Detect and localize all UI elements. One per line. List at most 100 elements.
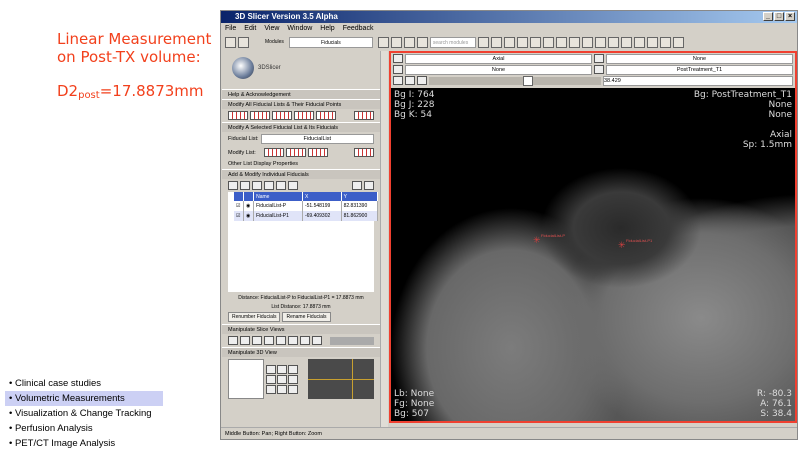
toolbar-icon[interactable] [581, 36, 593, 48]
fg-icon[interactable] [594, 54, 604, 63]
layout-icon[interactable] [312, 336, 322, 345]
background-select[interactable]: PostTreatment_T1 [606, 64, 793, 75]
slice-offset-input[interactable]: 38.429 [603, 75, 793, 86]
save-scene-icon[interactable] [238, 36, 249, 48]
other-props-toggle[interactable]: Other List Display Properties [222, 159, 380, 169]
toolbar-icon[interactable] [503, 36, 515, 48]
col-x[interactable]: X [302, 192, 342, 201]
toolbar-icon[interactable] [490, 36, 502, 48]
fiducial-list-select[interactable]: FiducialList [260, 134, 374, 144]
lock-icon[interactable] [294, 111, 314, 120]
place-fiducial-icon[interactable] [646, 36, 658, 48]
slice-offset-slider[interactable] [429, 75, 601, 86]
undo-icon[interactable] [607, 36, 619, 48]
layout-icon[interactable] [252, 336, 262, 345]
col-name[interactable]: Name [253, 192, 303, 201]
view-icon[interactable] [288, 364, 299, 374]
table-row[interactable]: ☑ ◉ FiducialList-P -51.548199 82.831390 [234, 201, 379, 211]
load-scene-icon[interactable] [225, 36, 236, 48]
panel-scrollbar[interactable] [380, 51, 388, 427]
layout-icon[interactable] [300, 336, 310, 345]
layout-icon[interactable] [288, 336, 298, 345]
topic-item[interactable]: • Clinical case studies [5, 376, 163, 391]
menu-feedback[interactable]: Feedback [343, 23, 374, 34]
layout-icon[interactable] [240, 336, 250, 345]
select-checkbox[interactable]: ☑ [234, 201, 245, 211]
eye-icon[interactable] [308, 148, 328, 157]
eye-icon[interactable] [316, 111, 336, 120]
select-all-icon[interactable] [228, 111, 248, 120]
eye-icon[interactable]: ◉ [243, 201, 255, 211]
mri-slice-image[interactable]: Bg I: 764 Bg J: 228 Bg K: 54 Bg: PostTreat… [391, 88, 795, 421]
topic-item[interactable]: • Perfusion Analysis [5, 421, 163, 436]
toolbar-icon[interactable] [594, 36, 606, 48]
view-icon[interactable] [277, 384, 288, 394]
section-3d-view[interactable]: Manipulate 3D View [222, 347, 380, 357]
move-down-icon[interactable] [276, 181, 286, 190]
fiducial-marker[interactable]: ✳ FiducialList-P1 [618, 238, 652, 250]
toolbar-icon[interactable] [568, 36, 580, 48]
module-list-icon[interactable] [403, 36, 415, 48]
section-modify-selected[interactable]: Modify A Selected Fiducial List & Its Fi… [222, 122, 380, 132]
fiducial-marker[interactable]: ✳ FiducialList-P [533, 233, 565, 245]
menu-window[interactable]: Window [287, 23, 312, 34]
add-fiducial-icon[interactable] [252, 181, 262, 190]
label-icon[interactable] [393, 65, 403, 74]
minimize-button[interactable]: _ [763, 12, 773, 21]
menu-help[interactable]: Help [320, 23, 334, 34]
section-add-modify[interactable]: Add & Modify Individual Fiducials [222, 169, 380, 179]
redo-icon[interactable] [620, 36, 632, 48]
rename-button[interactable]: Rename Fiducials [282, 312, 331, 322]
toolbar-icon[interactable] [555, 36, 567, 48]
layout-icon[interactable] [264, 336, 274, 345]
view-icon[interactable] [277, 364, 288, 374]
settings-icon[interactable] [288, 181, 298, 190]
select-checkbox[interactable]: ☑ [234, 211, 245, 221]
layout-icon[interactable] [228, 336, 238, 345]
delete-all-icon[interactable] [354, 111, 374, 120]
visibility-icon[interactable] [405, 76, 415, 85]
renumber-button[interactable]: Renumber Fiducials [228, 312, 281, 322]
deselect-icon[interactable] [240, 181, 250, 190]
link-icon[interactable] [393, 76, 403, 85]
forward-icon[interactable] [390, 36, 402, 48]
view-icon[interactable] [266, 384, 277, 394]
pick-icon[interactable] [659, 36, 671, 48]
layout-icon[interactable] [276, 336, 286, 345]
move-up-icon[interactable] [264, 181, 274, 190]
label-select[interactable]: None [405, 64, 592, 75]
topic-item-selected[interactable]: • Volumetric Measurements [5, 391, 163, 406]
module-select[interactable]: Fiducials [288, 36, 373, 48]
search-modules-input[interactable]: search modules [429, 36, 476, 48]
back-icon[interactable] [377, 36, 389, 48]
toolbar-icon[interactable] [529, 36, 541, 48]
toolbar-icon[interactable] [633, 36, 645, 48]
delete-icon[interactable] [352, 181, 362, 190]
view-icon[interactable] [277, 374, 288, 384]
select-icon[interactable] [264, 148, 284, 157]
section-modify-all[interactable]: Modify All Fiducial Lists & Their Fiduci… [222, 99, 380, 109]
gear-icon[interactable] [416, 36, 428, 48]
view-icon[interactable] [266, 364, 277, 374]
slice-slider[interactable] [330, 336, 374, 345]
menu-view[interactable]: View [264, 23, 279, 34]
select-all-icon[interactable] [228, 181, 238, 190]
lock-icon[interactable] [286, 148, 306, 157]
3d-navigator[interactable] [308, 359, 374, 399]
eye-icon[interactable]: ◉ [243, 211, 255, 221]
pin-icon[interactable] [393, 54, 403, 63]
deselect-all-icon[interactable] [250, 111, 270, 120]
close-button[interactable]: × [785, 12, 795, 21]
delete-icon[interactable] [354, 148, 374, 157]
toolbar-icon[interactable] [477, 36, 489, 48]
section-help[interactable]: Help & Acknowledgement [222, 89, 380, 99]
view-icon[interactable] [288, 384, 299, 394]
table-row[interactable]: ☑ ◉ FiducialList-P1 -69.409302 81.862900 [234, 211, 379, 221]
orientation-compass-icon[interactable] [228, 359, 265, 399]
trash-icon[interactable] [364, 181, 374, 190]
bg-icon[interactable] [594, 65, 604, 74]
visibility-icon[interactable] [272, 111, 292, 120]
toolbar-icon[interactable] [672, 36, 684, 48]
menu-file[interactable]: File [225, 23, 236, 34]
toolbar-icon[interactable] [542, 36, 554, 48]
